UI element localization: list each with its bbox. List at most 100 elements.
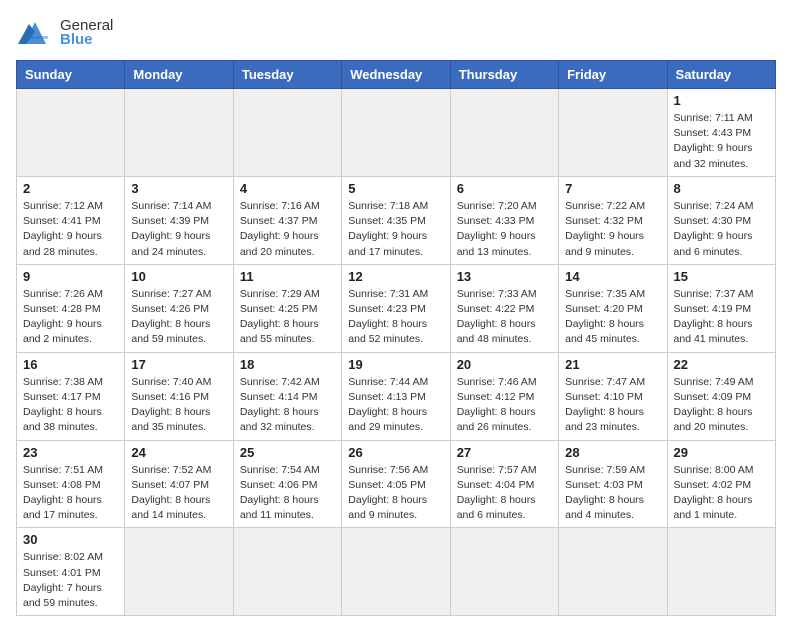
calendar-day-cell: 5Sunrise: 7:18 AM Sunset: 4:35 PM Daylig…: [342, 176, 450, 264]
calendar-day-cell: 15 Sunrise: 7:37 AM Sunset: 4:19 PM Dayli…: [667, 264, 775, 352]
logo-icon: [16, 16, 54, 48]
calendar-day-cell: 19 Sunrise: 7:44 AM Sunset: 4:13 PM Dayli…: [342, 352, 450, 440]
calendar-day-cell: [125, 528, 233, 616]
day-number: 27: [457, 445, 552, 460]
page-header: General Blue: [16, 16, 776, 48]
calendar-day-cell: [125, 89, 233, 177]
calendar-day-cell: 28 Sunrise: 7:59 AM Sunset: 4:03 PM Dayli…: [559, 440, 667, 528]
calendar-day-cell: 30 Sunrise: 8:02 AM Sunset: 4:01 PM Dayli…: [17, 528, 125, 616]
calendar-day-cell: [233, 528, 341, 616]
day-info: Sunrise: 7:22 AM Sunset: 4:32 PM Dayligh…: [565, 199, 660, 260]
day-number: 9: [23, 269, 118, 284]
calendar-day-cell: 11Sunrise: 7:29 AM Sunset: 4:25 PM Dayli…: [233, 264, 341, 352]
day-info: Sunrise: 7:16 AM Sunset: 4:37 PM Dayligh…: [240, 199, 335, 260]
calendar-week-row: 23 Sunrise: 7:51 AM Sunset: 4:08 PM Dayli…: [17, 440, 776, 528]
calendar-day-cell: [450, 528, 558, 616]
weekday-header: Thursday: [450, 61, 558, 89]
calendar-table: SundayMondayTuesdayWednesdayThursdayFrid…: [16, 60, 776, 616]
weekday-header: Monday: [125, 61, 233, 89]
calendar-day-cell: 6 Sunrise: 7:20 AM Sunset: 4:33 PM Daylig…: [450, 176, 558, 264]
calendar-day-cell: 21 Sunrise: 7:47 AM Sunset: 4:10 PM Dayli…: [559, 352, 667, 440]
calendar-day-cell: 18 Sunrise: 7:42 AM Sunset: 4:14 PM Dayli…: [233, 352, 341, 440]
day-info: Sunrise: 7:52 AM Sunset: 4:07 PM Dayligh…: [131, 463, 226, 524]
weekday-header: Sunday: [17, 61, 125, 89]
weekday-header: Friday: [559, 61, 667, 89]
calendar-day-cell: 25Sunrise: 7:54 AM Sunset: 4:06 PM Dayli…: [233, 440, 341, 528]
day-number: 24: [131, 445, 226, 460]
calendar-day-cell: [667, 528, 775, 616]
day-number: 29: [674, 445, 769, 460]
day-number: 3: [131, 181, 226, 196]
calendar-day-cell: 2 Sunrise: 7:12 AM Sunset: 4:41 PM Daylig…: [17, 176, 125, 264]
weekday-header: Saturday: [667, 61, 775, 89]
calendar-day-cell: 23 Sunrise: 7:51 AM Sunset: 4:08 PM Dayli…: [17, 440, 125, 528]
day-info: Sunrise: 7:26 AM Sunset: 4:28 PM Dayligh…: [23, 287, 118, 348]
day-info: Sunrise: 7:56 AM Sunset: 4:05 PM Dayligh…: [348, 463, 443, 524]
day-info: Sunrise: 8:02 AM Sunset: 4:01 PM Dayligh…: [23, 550, 118, 611]
logo: General Blue: [16, 16, 113, 48]
day-info: Sunrise: 7:31 AM Sunset: 4:23 PM Dayligh…: [348, 287, 443, 348]
day-number: 16: [23, 357, 118, 372]
day-info: Sunrise: 7:12 AM Sunset: 4:41 PM Dayligh…: [23, 199, 118, 260]
calendar-day-cell: 17Sunrise: 7:40 AM Sunset: 4:16 PM Dayli…: [125, 352, 233, 440]
day-info: Sunrise: 7:44 AM Sunset: 4:13 PM Dayligh…: [348, 375, 443, 436]
day-number: 1: [674, 93, 769, 108]
calendar-day-cell: 16Sunrise: 7:38 AM Sunset: 4:17 PM Dayli…: [17, 352, 125, 440]
day-info: Sunrise: 7:24 AM Sunset: 4:30 PM Dayligh…: [674, 199, 769, 260]
calendar-day-cell: 3Sunrise: 7:14 AM Sunset: 4:39 PM Daylig…: [125, 176, 233, 264]
day-number: 14: [565, 269, 660, 284]
day-info: Sunrise: 7:51 AM Sunset: 4:08 PM Dayligh…: [23, 463, 118, 524]
calendar-week-row: 30 Sunrise: 8:02 AM Sunset: 4:01 PM Dayli…: [17, 528, 776, 616]
day-number: 2: [23, 181, 118, 196]
day-number: 25: [240, 445, 335, 460]
day-info: Sunrise: 7:35 AM Sunset: 4:20 PM Dayligh…: [565, 287, 660, 348]
calendar-week-row: 2 Sunrise: 7:12 AM Sunset: 4:41 PM Daylig…: [17, 176, 776, 264]
day-number: 4: [240, 181, 335, 196]
calendar-week-row: 1Sunrise: 7:11 AM Sunset: 4:43 PM Daylig…: [17, 89, 776, 177]
day-info: Sunrise: 7:37 AM Sunset: 4:19 PM Dayligh…: [674, 287, 769, 348]
calendar-day-cell: 10 Sunrise: 7:27 AM Sunset: 4:26 PM Dayli…: [125, 264, 233, 352]
day-info: Sunrise: 8:00 AM Sunset: 4:02 PM Dayligh…: [674, 463, 769, 524]
day-number: 10: [131, 269, 226, 284]
calendar-day-cell: 12 Sunrise: 7:31 AM Sunset: 4:23 PM Dayli…: [342, 264, 450, 352]
calendar-day-cell: 14 Sunrise: 7:35 AM Sunset: 4:20 PM Dayli…: [559, 264, 667, 352]
day-number: 18: [240, 357, 335, 372]
day-number: 30: [23, 532, 118, 547]
calendar-day-cell: 22Sunrise: 7:49 AM Sunset: 4:09 PM Dayli…: [667, 352, 775, 440]
day-info: Sunrise: 7:20 AM Sunset: 4:33 PM Dayligh…: [457, 199, 552, 260]
day-number: 7: [565, 181, 660, 196]
weekday-header-row: SundayMondayTuesdayWednesdayThursdayFrid…: [17, 61, 776, 89]
calendar-day-cell: 4 Sunrise: 7:16 AM Sunset: 4:37 PM Daylig…: [233, 176, 341, 264]
calendar-day-cell: 20Sunrise: 7:46 AM Sunset: 4:12 PM Dayli…: [450, 352, 558, 440]
day-info: Sunrise: 7:59 AM Sunset: 4:03 PM Dayligh…: [565, 463, 660, 524]
calendar-day-cell: 8Sunrise: 7:24 AM Sunset: 4:30 PM Daylig…: [667, 176, 775, 264]
calendar-day-cell: [559, 528, 667, 616]
day-number: 12: [348, 269, 443, 284]
day-info: Sunrise: 7:27 AM Sunset: 4:26 PM Dayligh…: [131, 287, 226, 348]
day-number: 19: [348, 357, 443, 372]
day-number: 6: [457, 181, 552, 196]
weekday-header: Wednesday: [342, 61, 450, 89]
calendar-week-row: 16Sunrise: 7:38 AM Sunset: 4:17 PM Dayli…: [17, 352, 776, 440]
day-info: Sunrise: 7:18 AM Sunset: 4:35 PM Dayligh…: [348, 199, 443, 260]
day-number: 21: [565, 357, 660, 372]
calendar-day-cell: [559, 89, 667, 177]
calendar-day-cell: 24 Sunrise: 7:52 AM Sunset: 4:07 PM Dayli…: [125, 440, 233, 528]
calendar-day-cell: 26 Sunrise: 7:56 AM Sunset: 4:05 PM Dayli…: [342, 440, 450, 528]
day-number: 11: [240, 269, 335, 284]
day-info: Sunrise: 7:57 AM Sunset: 4:04 PM Dayligh…: [457, 463, 552, 524]
day-info: Sunrise: 7:46 AM Sunset: 4:12 PM Dayligh…: [457, 375, 552, 436]
day-number: 15: [674, 269, 769, 284]
day-number: 28: [565, 445, 660, 460]
day-number: 22: [674, 357, 769, 372]
day-info: Sunrise: 7:40 AM Sunset: 4:16 PM Dayligh…: [131, 375, 226, 436]
calendar-day-cell: 27 Sunrise: 7:57 AM Sunset: 4:04 PM Dayli…: [450, 440, 558, 528]
day-info: Sunrise: 7:47 AM Sunset: 4:10 PM Dayligh…: [565, 375, 660, 436]
calendar-day-cell: 7 Sunrise: 7:22 AM Sunset: 4:32 PM Daylig…: [559, 176, 667, 264]
calendar-day-cell: [17, 89, 125, 177]
day-number: 26: [348, 445, 443, 460]
day-info: Sunrise: 7:42 AM Sunset: 4:14 PM Dayligh…: [240, 375, 335, 436]
calendar-week-row: 9 Sunrise: 7:26 AM Sunset: 4:28 PM Daylig…: [17, 264, 776, 352]
day-number: 23: [23, 445, 118, 460]
calendar-day-cell: [342, 528, 450, 616]
